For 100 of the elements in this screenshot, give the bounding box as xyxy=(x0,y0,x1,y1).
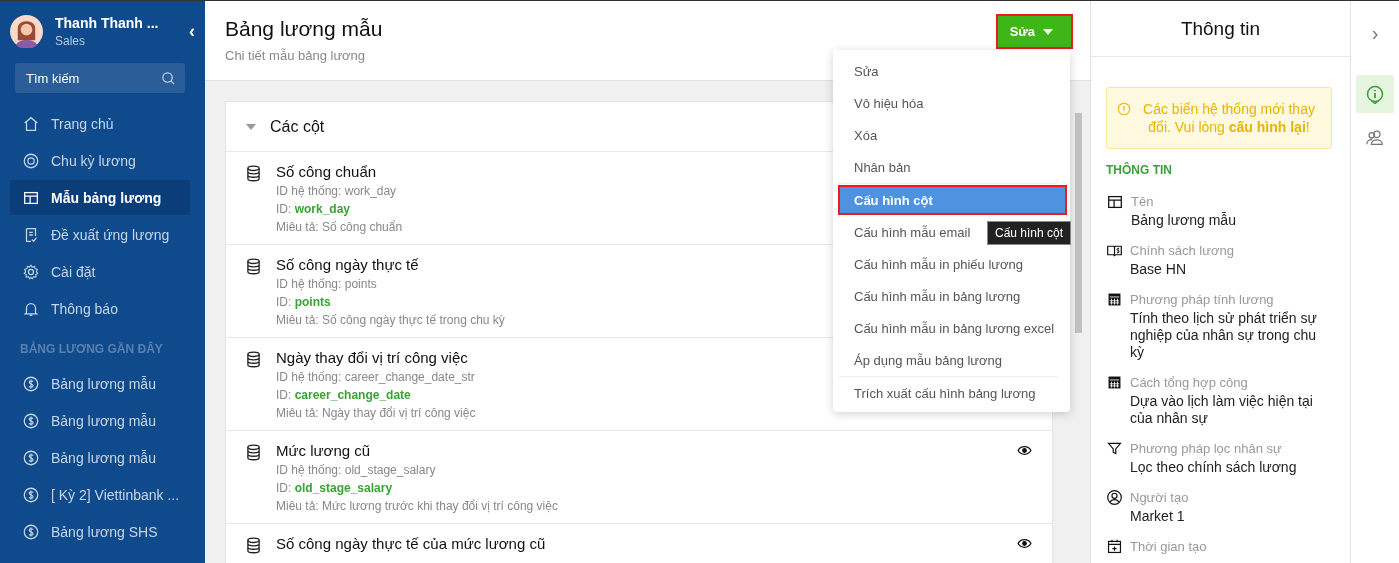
info-icon xyxy=(1365,84,1385,104)
database-icon xyxy=(246,537,261,554)
eye-icon[interactable] xyxy=(1017,538,1032,549)
dollar-icon xyxy=(22,411,40,430)
page-title: Bảng lương mẫu xyxy=(225,17,383,41)
home-icon xyxy=(22,114,40,133)
collapse-button[interactable]: ‹ xyxy=(189,21,195,42)
nav-item[interactable]: Đề xuất ứng lương xyxy=(10,217,190,252)
menu-item[interactable]: Áp dụng mẫu bảng lương xyxy=(840,344,1065,376)
dollar-icon xyxy=(22,522,40,541)
panel-title: Thông tin xyxy=(1091,1,1350,57)
page-subtitle: Chi tiết mẫu bảng lương xyxy=(225,48,367,63)
nav-label: Đề xuất ứng lương xyxy=(51,226,170,243)
eye-icon[interactable] xyxy=(1017,445,1032,456)
column-id: ID: career_change_date xyxy=(276,387,411,404)
calculator-icon xyxy=(1106,291,1123,308)
nav-item[interactable]: Chu kỳ lương xyxy=(10,143,190,178)
field-value: Tính theo lịch sử phát triển sự nghiệp của nhân sự trong chu kỳ xyxy=(1130,310,1318,361)
database-icon xyxy=(246,444,261,461)
field-value: Lọc theo chính sách lương xyxy=(1130,459,1297,476)
nav-label: Bảng lương SHS xyxy=(51,523,158,540)
column-id: ID: old_stage_salary xyxy=(276,480,393,497)
section-heading: THÔNG TIN xyxy=(1106,163,1173,177)
field-label: Thời gian tạo xyxy=(1130,538,1207,555)
nav-label: Mẫu bảng lương xyxy=(51,189,162,206)
field-value: Base HN xyxy=(1130,261,1188,278)
filter-icon xyxy=(1106,440,1123,457)
expand-button[interactable]: › xyxy=(1371,19,1379,47)
field-label: Phương pháp lọc nhân sự xyxy=(1130,440,1283,457)
system-id: ID hệ thống: points xyxy=(276,276,377,293)
menu-item[interactable]: Vô hiệu hóa xyxy=(840,87,1065,119)
recent-payroll-item[interactable]: Bảng lương mẫu xyxy=(10,366,190,401)
menu-item[interactable]: Cấu hình mẫu in bảng lương excel xyxy=(840,312,1065,344)
menu-item[interactable]: Nhân bản xyxy=(840,151,1065,183)
system-id: ID hệ thống: work_day xyxy=(276,183,397,200)
menu-item[interactable]: Trích xuất cấu hình bảng lương xyxy=(840,377,1065,409)
tooltip: Cấu hình cột xyxy=(987,221,1072,245)
info-tab[interactable] xyxy=(1356,75,1394,113)
database-icon xyxy=(246,351,261,368)
database-icon xyxy=(246,258,261,275)
alert-text: Các biến hệ thống mới thay đổi. Vui lòng cấu hình lại! xyxy=(1142,100,1316,136)
section-heading: BẢNG LƯƠNG GẦN ĐÂY xyxy=(19,340,164,358)
warning-icon xyxy=(1117,102,1131,116)
database-icon xyxy=(246,165,261,182)
column-name: Số công ngày thực tế xyxy=(276,256,419,273)
dollar-icon xyxy=(22,448,40,467)
menu-item[interactable]: Cấu hình cột xyxy=(840,187,1065,213)
nav-label: [ Kỳ 2] Viettinbank ... xyxy=(51,486,180,503)
avatar[interactable] xyxy=(10,15,43,48)
user-icon xyxy=(1106,489,1123,506)
people-icon xyxy=(1365,128,1385,148)
field-label: Phương pháp tính lương xyxy=(1130,291,1275,308)
caret-icon xyxy=(1043,28,1053,35)
menu-item[interactable]: Cấu hình mẫu in phiếu lương xyxy=(840,248,1065,280)
user-name: Thanh Thanh ... xyxy=(55,15,160,31)
nav-label: Thông báo xyxy=(51,300,118,317)
circle-icon xyxy=(22,151,40,170)
search-icon[interactable] xyxy=(161,71,176,86)
column-name: Mức lương cũ xyxy=(276,442,371,459)
search-field[interactable]: Tìm kiếm xyxy=(15,63,185,93)
column-description: Miêu tả: Mức lương trước khi thay đổi vị trí công việc xyxy=(276,498,558,515)
nav-label: Bảng lương mẫu xyxy=(51,449,156,466)
column-name: Số công ngày thực tế của mức lương cũ xyxy=(276,535,546,552)
column-name: Số công chuẩn xyxy=(276,163,377,180)
column-name: Ngày thay đổi vị trí công việc xyxy=(276,349,468,366)
system-id: ID hệ thống: career_change_date_str xyxy=(276,369,475,386)
nav-item[interactable]: Thông báo xyxy=(10,291,190,326)
nav-label: Bảng lương mẫu xyxy=(51,375,156,392)
column-id: ID: points xyxy=(276,294,331,311)
nav-item[interactable]: Cài đặt xyxy=(10,254,190,289)
field-label: Người tạo xyxy=(1130,489,1189,506)
column-description: Miêu tả: Số công ngày thực tế trong chu kỳ xyxy=(276,312,505,329)
menu-item[interactable]: Xóa xyxy=(840,119,1065,151)
menu-item[interactable]: Sửa xyxy=(840,55,1065,87)
nav-label: Trang chủ xyxy=(51,115,114,132)
user-role: Sales xyxy=(55,34,87,48)
column-description: Miêu tả: Số công chuẩn xyxy=(276,219,403,236)
card-title: Các cột xyxy=(270,117,325,136)
collapse-caret-icon[interactable] xyxy=(246,123,256,130)
calendar-icon xyxy=(1106,538,1123,555)
column-id: ID: work_day xyxy=(276,201,351,218)
layout-icon xyxy=(1106,193,1124,211)
nav-item[interactable]: Mẫu bảng lương xyxy=(10,180,190,215)
field-label: Chính sách lương xyxy=(1130,242,1234,259)
settings-icon xyxy=(22,262,40,281)
menu-item[interactable]: Cấu hình mẫu in bảng lương xyxy=(840,280,1065,312)
system-id: ID hệ thống: old_stage_salary xyxy=(276,462,436,479)
recent-payroll-item[interactable]: [ Kỳ 2] Viettinbank ... xyxy=(10,477,190,512)
field-value: Dựa vào lịch làm việc hiện tại của nhân sự xyxy=(1130,393,1314,427)
recent-payroll-item[interactable]: Bảng lương mẫu xyxy=(10,403,190,438)
recent-payroll-item[interactable]: Bảng lương SHS xyxy=(10,514,190,549)
nav-item[interactable]: Trang chủ xyxy=(10,106,190,141)
field-label: Tên xyxy=(1131,193,1155,210)
dollar-icon xyxy=(22,485,40,504)
column-description: Miêu tả: Ngày thay đổi vị trí công việc xyxy=(276,405,476,422)
field-value: Bảng lương mẫu xyxy=(1131,212,1236,229)
nav-label: Chu kỳ lương xyxy=(51,152,136,169)
nav-label: Bảng lương mẫu xyxy=(51,412,156,429)
recent-payroll-item[interactable]: Bảng lương mẫu xyxy=(10,440,190,475)
nav-label: Cài đặt xyxy=(51,263,96,280)
